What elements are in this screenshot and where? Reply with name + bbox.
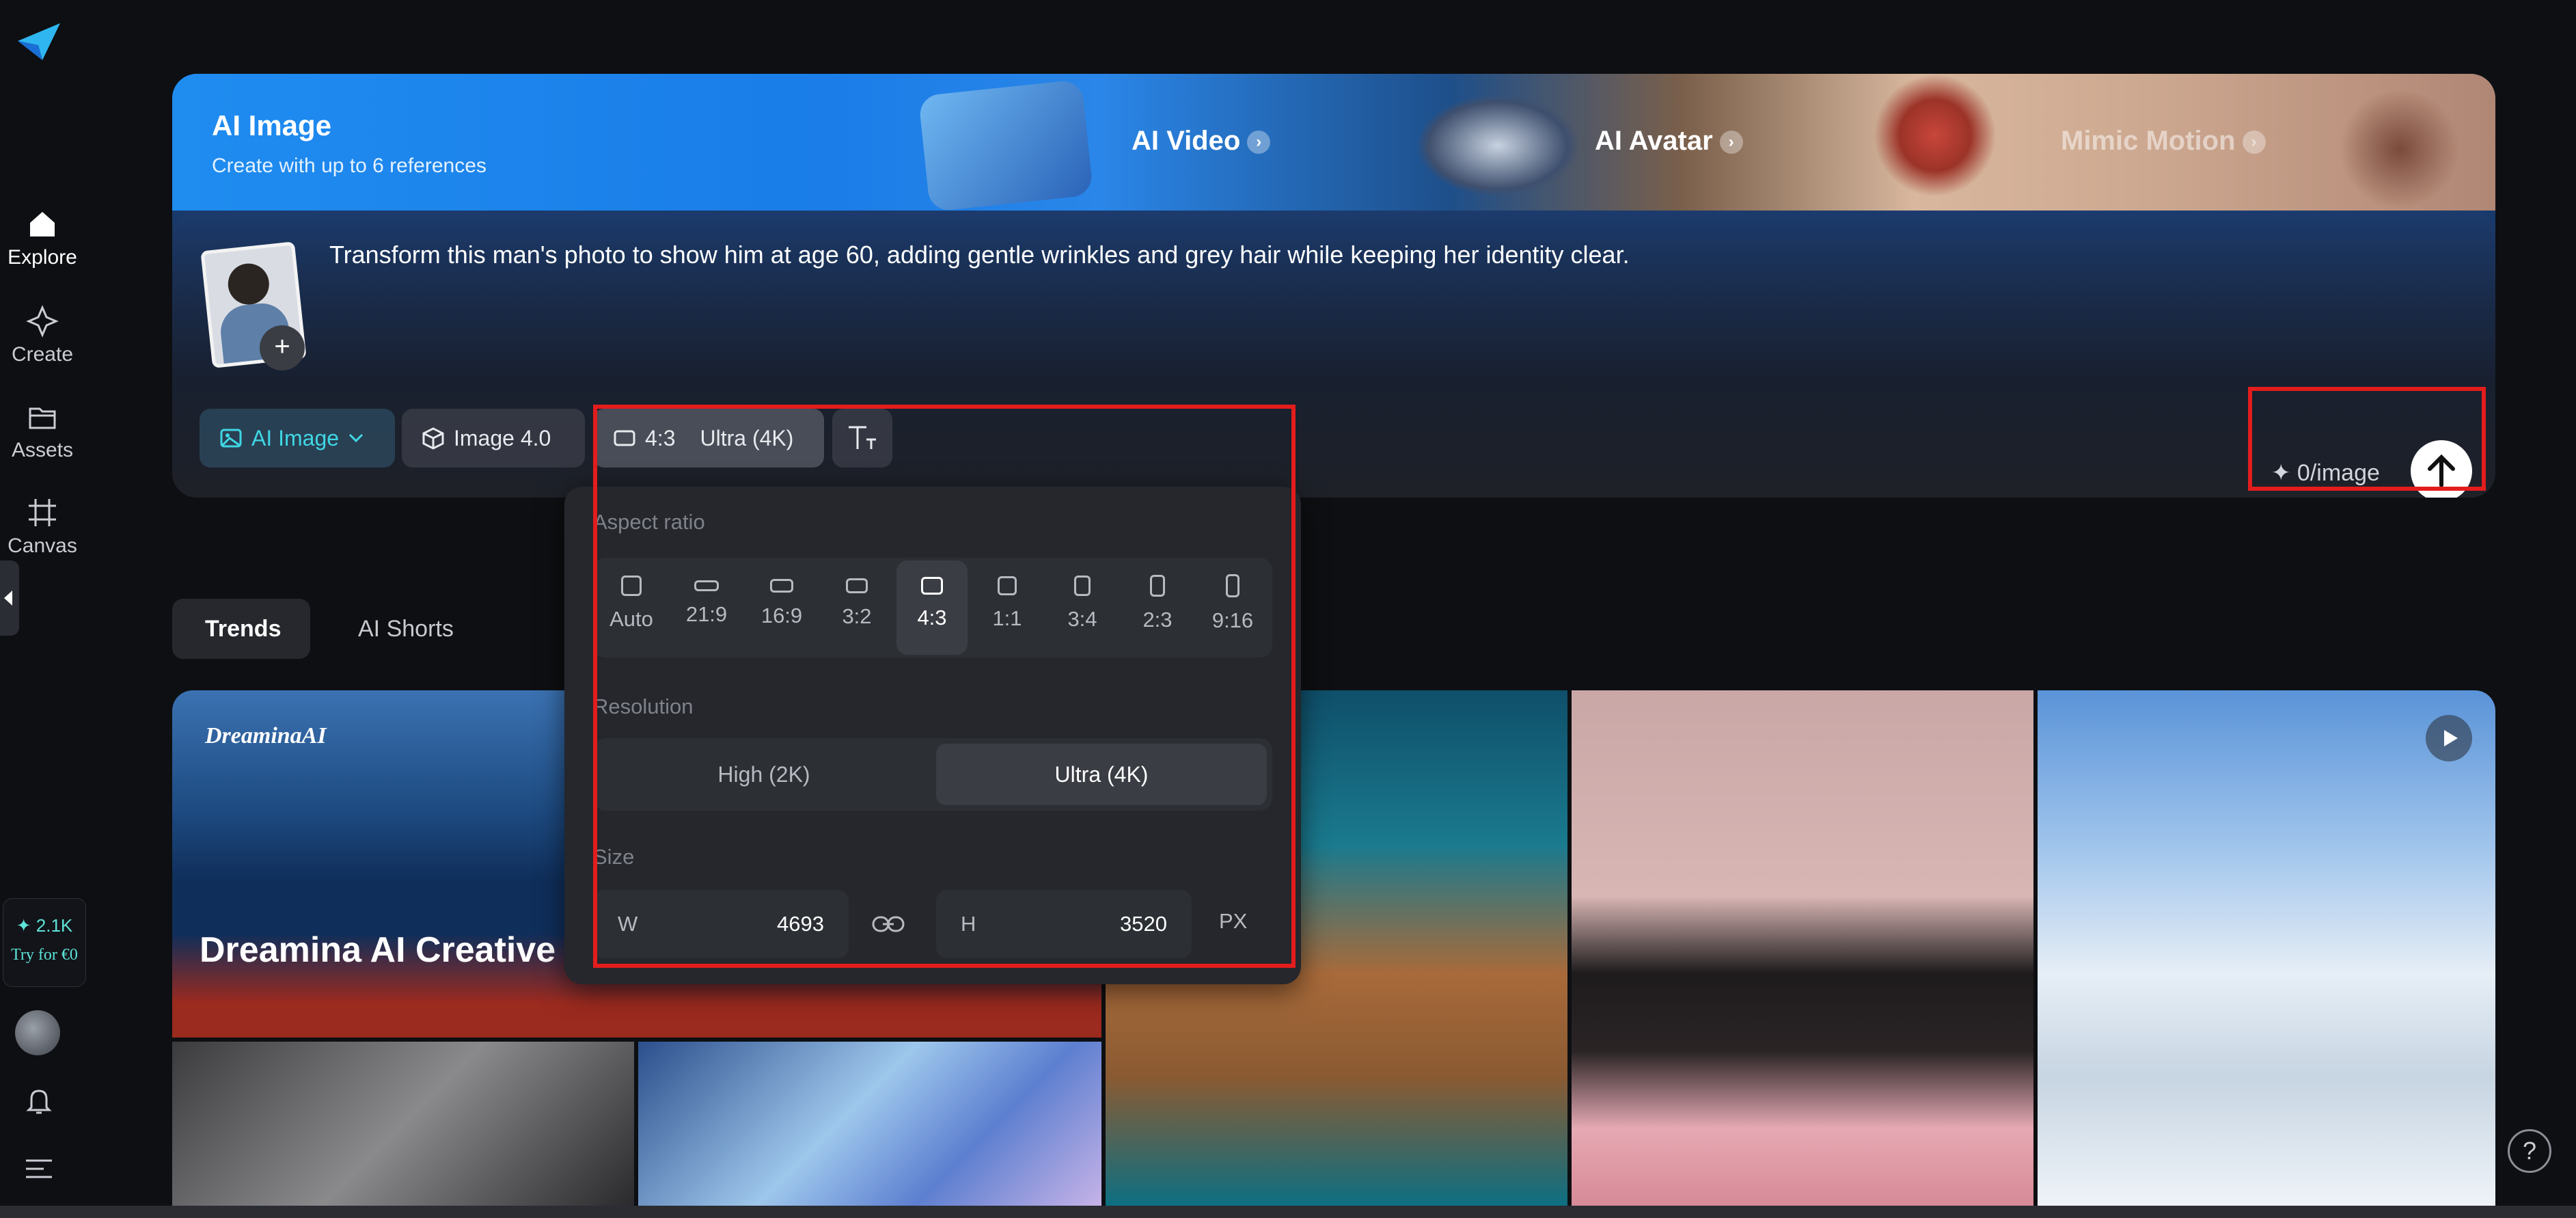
mode-label: AI Image (251, 425, 340, 450)
sidebar-item-create[interactable]: Create (0, 305, 85, 366)
chevron-right-icon: › (1247, 131, 1271, 154)
composer-panel: AI Image Create with up to 6 references … (172, 74, 2495, 498)
sidebar-item-label: Canvas (8, 534, 77, 557)
image-mode-icon (220, 429, 242, 448)
gallery-tile-statue[interactable] (172, 1042, 634, 1206)
sidebar-item-label: Create (11, 343, 74, 366)
menu-icon[interactable] (23, 1155, 55, 1182)
bottom-scrollbar[interactable] (0, 1206, 2576, 1218)
credits-count: ✦ 2.1K (16, 915, 73, 936)
mode-selector[interactable]: AI Image (200, 409, 395, 468)
chevron-down-icon (349, 433, 364, 443)
gallery-tile-paraglider[interactable] (2038, 690, 2495, 1206)
canvas-icon (29, 499, 56, 526)
tab-ai-shorts[interactable]: AI Shorts (325, 599, 488, 659)
ai-video-label: AI Video (1132, 126, 1241, 156)
ai-avatar-link[interactable]: AI Avatar › (1595, 126, 1743, 157)
gallery-tile-polar-bear[interactable] (638, 1042, 1101, 1206)
ai-video-thumbnail (918, 79, 1094, 213)
tab-trends[interactable]: Trends (172, 599, 310, 659)
model-label: Image 4.0 (454, 425, 551, 450)
bell-icon[interactable] (23, 1085, 55, 1117)
mimic-motion-thumbnail (2331, 87, 2468, 211)
mode-banner: AI Image Create with up to 6 references … (172, 74, 2495, 213)
highlight-ratio-popup (593, 405, 1296, 968)
mimic-motion-label: Mimic Motion (2061, 126, 2236, 156)
sparkle-icon (26, 305, 59, 338)
ai-video-link[interactable]: AI Video › (1132, 126, 1271, 157)
chevron-right-icon: › (1719, 131, 1743, 154)
play-icon (2444, 730, 2458, 746)
credits-badge[interactable]: ✦ 2.1K Try for €0 (3, 898, 86, 987)
dreamina-logo-icon[interactable] (15, 21, 63, 63)
sidebar-collapse-handle[interactable] (0, 560, 19, 636)
ai-avatar-label: AI Avatar (1595, 126, 1713, 156)
ai-avatar-thumbnail (1416, 94, 1580, 197)
sidebar-item-label: Assets (11, 439, 74, 461)
home-icon (30, 212, 55, 236)
play-button[interactable] (2426, 715, 2472, 761)
sidebar-item-label: Explore (8, 246, 77, 269)
add-reference-button[interactable]: + (260, 325, 305, 370)
sidebar: Explore Create Assets Canvas ✦ 2.1K Try … (0, 0, 86, 1218)
highlight-generate-area (2248, 387, 2486, 491)
sidebar-item-explore[interactable]: Explore (0, 208, 85, 269)
help-button[interactable]: ? (2508, 1129, 2551, 1173)
banner-title: AI Image (212, 109, 332, 141)
feature-title: Dreamina AI Creative I (200, 930, 576, 970)
avatar[interactable] (15, 1010, 60, 1055)
prompt-area: + Transform this man's photo to show him… (172, 211, 2495, 498)
folder-icon (29, 407, 56, 429)
sidebar-item-assets[interactable]: Assets (0, 401, 85, 462)
model-selector[interactable]: Image 4.0 (402, 409, 585, 468)
feature-logo: DreaminaAI (205, 723, 327, 748)
chevron-right-icon: › (2242, 131, 2266, 154)
caret-left-icon (4, 591, 12, 606)
mimic-motion-link[interactable]: Mimic Motion › (2061, 126, 2266, 157)
gallery-tile-protein-monster[interactable] (1572, 690, 2033, 1206)
credits-cta: Try for €0 (11, 946, 78, 964)
prompt-input[interactable]: Transform this man's photo to show him a… (329, 241, 1630, 269)
sidebar-item-canvas[interactable]: Canvas (0, 496, 85, 558)
mimic-avatar-thumbnail (1867, 74, 2003, 211)
cube-icon (422, 427, 444, 450)
banner-subtitle: Create with up to 6 references (212, 154, 487, 177)
